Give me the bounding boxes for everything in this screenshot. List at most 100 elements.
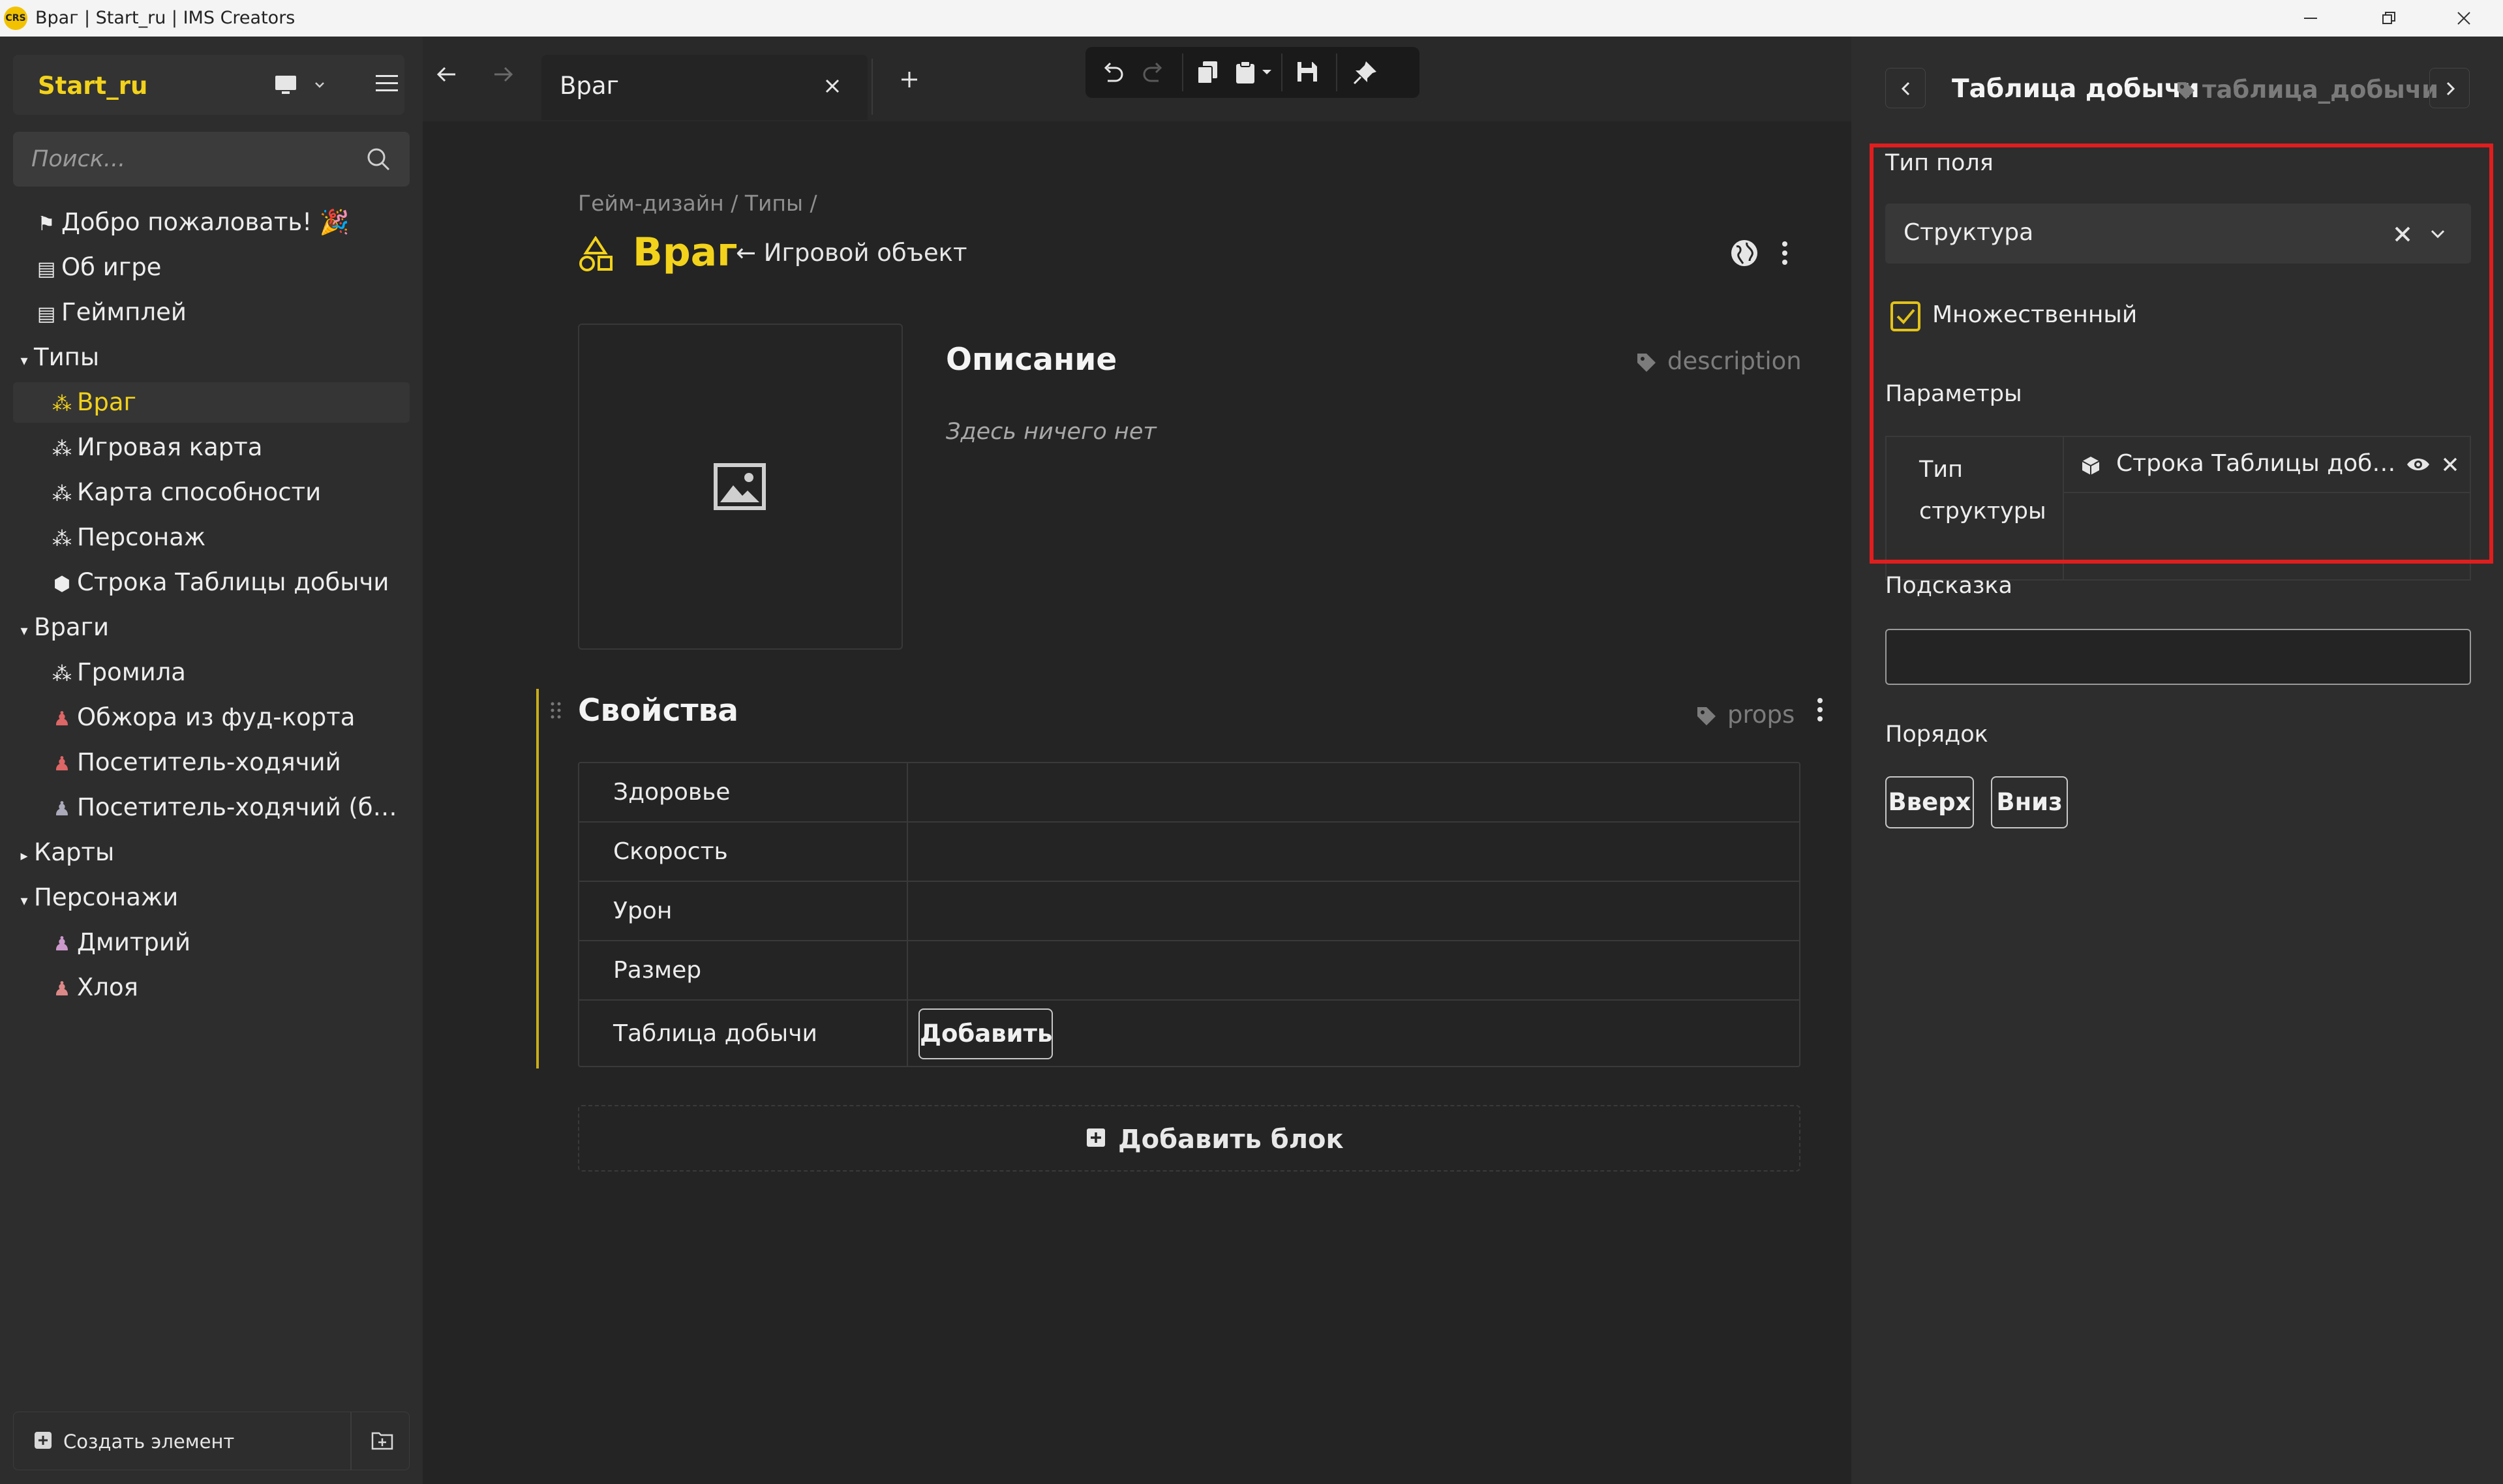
caret-down-icon[interactable]: ▾: [17, 341, 31, 378]
divider: [907, 941, 908, 999]
move-up-button[interactable]: Вверх: [1885, 776, 1974, 828]
more-vertical-icon[interactable]: [1816, 697, 1824, 723]
search-input[interactable]: [30, 142, 343, 176]
add-folder-icon[interactable]: [371, 1429, 393, 1450]
editor-toolbar: [1085, 47, 1419, 98]
pin-icon[interactable]: [1353, 60, 1378, 85]
shapes-icon: [579, 236, 613, 271]
menu-icon[interactable]: [374, 72, 401, 95]
tree-folder-characters[interactable]: ▾ Персонажи: [13, 877, 410, 918]
tree-item-enemy[interactable]: ⁂ Враг: [13, 382, 410, 423]
tree-folder-maps[interactable]: ▸ Карты: [13, 832, 410, 873]
window-titlebar: CRS Враг | Start_ru | IMS Creators: [0, 0, 2503, 37]
tree-item-walking-visitor[interactable]: ♟ Посетитель-ходячий: [13, 742, 410, 783]
description-empty-text[interactable]: Здесь ничего нет: [946, 419, 1157, 445]
tree-item-ability-card[interactable]: ⁂ Карта способности: [13, 472, 410, 513]
sidebar: Start_ru ⚑Добро пожаловать! 🎉 ▤Об игре ▤…: [0, 37, 423, 1484]
tree-item-gameplay[interactable]: ▤ Геймплей: [13, 292, 410, 333]
tree-item-loot-row[interactable]: ⬢ Строка Таблицы добычи: [13, 562, 410, 603]
minimize-button[interactable]: [2274, 0, 2346, 37]
paste-dropdown-icon[interactable]: [1262, 69, 1272, 76]
divider: [907, 823, 908, 881]
paste-icon[interactable]: [1234, 60, 1256, 85]
table-row[interactable]: Урон: [579, 882, 1799, 941]
back-arrow-icon[interactable]: [436, 65, 457, 83]
tree-item-about[interactable]: ▤ Об игре: [13, 247, 410, 288]
save-icon[interactable]: [1296, 60, 1319, 83]
table-row[interactable]: Таблица добычи Добавить: [579, 1001, 1799, 1066]
divider: [1336, 53, 1337, 91]
tree-item-dmitry[interactable]: ♟ Дмитрий: [13, 922, 410, 963]
restore-icon: [2382, 12, 2395, 24]
hint-input[interactable]: [1885, 629, 2471, 685]
next-field-button[interactable]: [2429, 68, 2470, 108]
divider: [1182, 53, 1183, 91]
table-row[interactable]: Здоровье: [579, 763, 1799, 823]
add-loot-button[interactable]: Добавить: [918, 1008, 1053, 1059]
tab-enemy[interactable]: Враг: [541, 55, 868, 120]
tag-icon: [1697, 707, 1716, 725]
minimize-icon: [2304, 18, 2317, 19]
project-selector[interactable]: Start_ru: [13, 55, 404, 115]
table-row[interactable]: Размер: [579, 941, 1799, 1001]
tree-item-character[interactable]: ⁂ Персонаж: [13, 517, 410, 558]
table-row[interactable]: Скорость: [579, 823, 1799, 882]
description-key: description: [1667, 347, 1802, 375]
redo-icon[interactable]: [1142, 61, 1165, 83]
divider: [872, 59, 873, 115]
page-title: Враг: [633, 230, 738, 275]
character-icon: ♟: [53, 978, 71, 1001]
window-title: Враг | Start_ru | IMS Creators: [35, 8, 296, 28]
tree-folder-types[interactable]: ▾ Типы: [13, 337, 410, 378]
search-icon[interactable]: [365, 146, 391, 172]
shapes-icon: ⁂: [52, 663, 72, 686]
tree-item-bruiser[interactable]: ⁂ Громила: [13, 652, 410, 693]
parent-type-link[interactable]: ← Игровой объект: [736, 239, 967, 267]
drag-handle-icon[interactable]: [549, 701, 562, 720]
tree-item-food-court-glutton[interactable]: ♟ Обжора из фуд-корта: [13, 697, 410, 738]
restore-button[interactable]: [2352, 0, 2424, 37]
more-vertical-icon[interactable]: [1781, 240, 1789, 266]
character-icon: ♟: [53, 798, 71, 821]
divider: [1281, 53, 1282, 91]
caret-down-icon[interactable]: ▾: [17, 611, 31, 648]
forward-arrow-icon[interactable]: [493, 65, 514, 83]
block-selection-bar: [536, 689, 539, 1068]
copy-icon[interactable]: [1196, 60, 1219, 85]
undo-icon[interactable]: [1101, 61, 1125, 83]
image-placeholder[interactable]: [578, 324, 903, 650]
close-window-button[interactable]: [2428, 0, 2500, 37]
prev-field-button[interactable]: [1885, 68, 1926, 108]
tree-item-chloe[interactable]: ♟ Хлоя: [13, 967, 410, 1008]
move-down-button[interactable]: Вниз: [1991, 776, 2068, 828]
create-element-button[interactable]: Создать элемент: [13, 1412, 410, 1470]
description-title: Описание: [946, 342, 1117, 378]
globe-icon[interactable]: [1730, 239, 1759, 267]
caret-right-icon[interactable]: ▸: [17, 836, 31, 873]
shapes-icon: ⁂: [52, 438, 72, 461]
close-tab-icon[interactable]: [825, 78, 840, 94]
app-logo: CRS: [4, 7, 27, 30]
property-name: Здоровье: [613, 779, 731, 806]
shapes-icon: ⁂: [52, 393, 72, 416]
monitor-icon[interactable]: [274, 74, 297, 95]
chevron-left-icon: [1901, 82, 1910, 96]
property-name: Таблица добычи: [613, 1020, 817, 1047]
tree-folder-enemies[interactable]: ▾ Враги: [13, 607, 410, 648]
image-icon: [714, 463, 766, 510]
field-key: таблица_добычи: [2202, 76, 2439, 104]
chevron-down-icon[interactable]: [314, 81, 325, 89]
tree-item-walking-visitor-2[interactable]: ♟ Посетитель-ходячий (бро…: [13, 787, 410, 828]
new-tab-icon[interactable]: [900, 70, 918, 89]
caret-down-icon[interactable]: ▾: [17, 881, 31, 918]
property-name: Урон: [613, 898, 673, 924]
character-icon: ♟: [53, 708, 71, 731]
flag-icon: ⚑: [37, 213, 55, 235]
add-block-button[interactable]: Добавить блок: [578, 1105, 1800, 1172]
tree-item-welcome[interactable]: ⚑ Добро пожаловать! 🎉: [13, 202, 410, 243]
chevron-right-icon: [2446, 82, 2455, 96]
breadcrumb[interactable]: Гейм-дизайн / Типы /: [578, 190, 817, 216]
properties-key: props: [1727, 701, 1795, 729]
tag-icon: [2177, 82, 2194, 99]
tree-item-game-map[interactable]: ⁂ Игровая карта: [13, 427, 410, 468]
